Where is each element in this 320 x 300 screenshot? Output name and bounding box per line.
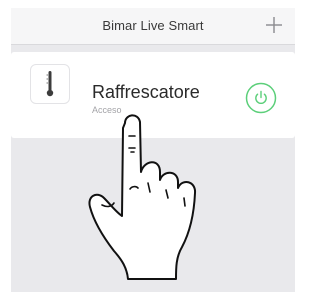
header-bar: Bimar Live Smart <box>11 8 295 45</box>
plus-icon <box>266 17 282 33</box>
device-icon-box <box>30 64 70 104</box>
thermometer-icon <box>46 71 54 97</box>
device-card[interactable]: Raffrescatore Acceso <box>11 52 295 138</box>
add-device-button[interactable] <box>263 14 285 36</box>
app-title: Bimar Live Smart <box>102 18 204 33</box>
device-name: Raffrescatore <box>92 82 200 102</box>
power-icon <box>245 82 277 114</box>
device-status: Acceso <box>92 105 122 115</box>
app-screen: Bimar Live Smart Raffrescatore Acceso <box>11 8 295 292</box>
power-button[interactable] <box>245 82 277 114</box>
